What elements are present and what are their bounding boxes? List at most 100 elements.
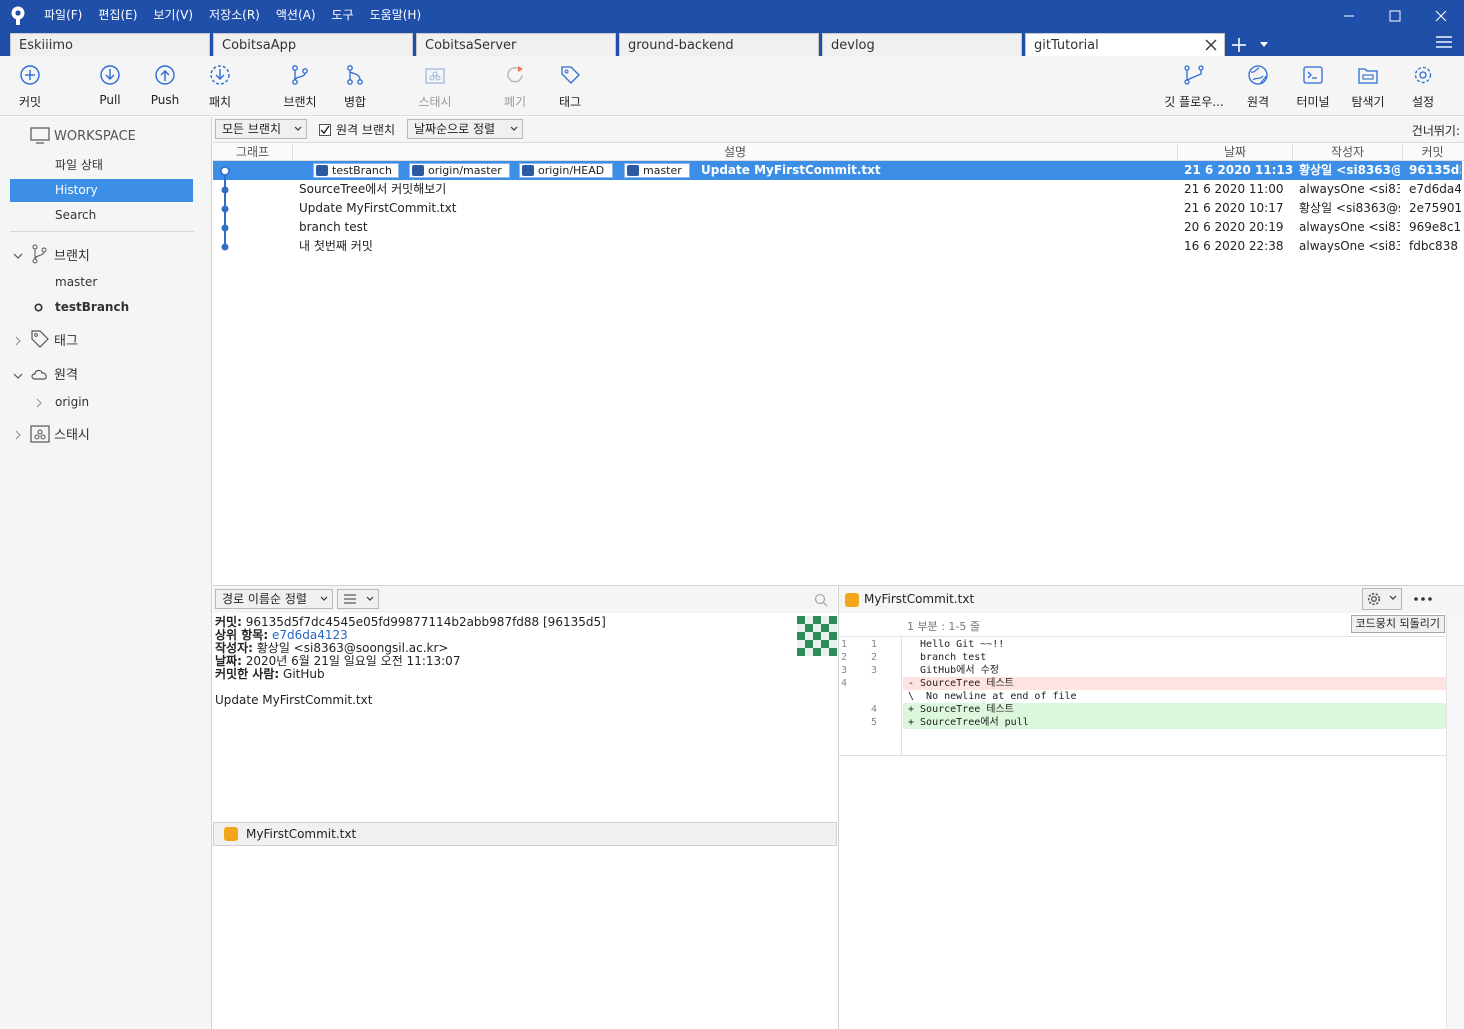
menu-view[interactable]: 보기(V) — [145, 0, 201, 31]
close-window-button[interactable] — [1418, 0, 1464, 31]
branch-badge-icon — [412, 165, 424, 176]
remote-branches-checkbox[interactable]: 원격 브랜치 — [319, 121, 395, 138]
chevron-down-icon[interactable] — [13, 251, 23, 261]
stash-button[interactable]: 스태시 — [405, 62, 465, 112]
hamburger-menu-icon[interactable] — [1436, 35, 1452, 49]
tab-eskiiimo[interactable]: Eskiiimo — [10, 33, 210, 56]
column-date[interactable]: 날짜 — [1178, 144, 1293, 161]
stashes-header[interactable]: 스태시 — [30, 424, 90, 443]
column-graph[interactable]: 그래프 — [213, 144, 293, 161]
diff-code: Hello Git ~~!! — [908, 639, 1005, 650]
explorer-button[interactable]: 탐색기 — [1338, 62, 1398, 112]
diff-scrollbar[interactable] — [1446, 613, 1464, 1029]
changed-file-name: MyFirstCommit.txt — [246, 827, 357, 841]
patch-icon — [207, 62, 233, 88]
file-sort-dropdown[interactable]: 경로 이름순 정렬 — [215, 589, 333, 609]
commit-author: 황상일 <si8363@s — [1299, 201, 1400, 215]
revert-hunk-button[interactable]: 코드뭉치 되돌리기 — [1350, 615, 1445, 633]
commit-button[interactable]: 커밋 — [0, 62, 60, 112]
branch-badge-testbranch: testBranch — [313, 163, 399, 178]
commit-row[interactable]: testBranch origin/master origin/HEAD mas… — [213, 161, 1462, 180]
sourcetree-logo-icon — [0, 0, 36, 31]
branch-badge-origin-master: origin/master — [409, 163, 510, 178]
menu-tools[interactable]: 도구 — [324, 0, 362, 31]
view-mode-dropdown[interactable] — [337, 589, 379, 609]
tag-button[interactable]: 태그 — [540, 62, 600, 112]
menu-repository[interactable]: 저장소(R) — [201, 0, 268, 31]
commit-date: 20 6 2020 20:19 — [1184, 220, 1284, 234]
commit-row[interactable]: SourceTree에서 커밋해보기 21 6 2020 11:00 alway… — [213, 180, 1462, 199]
chevron-down-icon — [366, 596, 374, 601]
minimize-button[interactable] — [1326, 0, 1372, 31]
settings-label: 설정 — [1411, 95, 1435, 109]
diff-line-added: 4 + SourceTree 테스트 — [839, 703, 1447, 716]
column-author[interactable]: 작성자 — [1293, 144, 1403, 161]
commit-row[interactable]: branch test 20 6 2020 20:19 alwaysOne <s… — [213, 218, 1462, 237]
push-button[interactable]: Push — [135, 62, 195, 112]
tab-cobitsaapp[interactable]: CobitsaApp — [213, 33, 413, 56]
tab-devlog[interactable]: devlog — [822, 33, 1022, 56]
sidebar-item-search[interactable]: Search — [10, 204, 193, 227]
tab-gittutorial[interactable]: gitTutorial — [1025, 33, 1225, 56]
current-branch-icon — [34, 303, 43, 312]
remotes-label: 원격 — [54, 368, 78, 383]
remotes-header[interactable]: 원격 — [30, 364, 78, 383]
sort-order-dropdown[interactable]: 날짜순으로 정렬 — [407, 119, 523, 139]
chevron-down-icon[interactable] — [13, 371, 23, 381]
chevron-right-icon[interactable] — [13, 430, 23, 440]
sidebar-item-branch-master[interactable]: master — [10, 271, 193, 294]
commit-row[interactable]: 내 첫번째 커밋 16 6 2020 22:38 alwaysOne <si83… — [213, 237, 1462, 256]
more-options-icon[interactable] — [1414, 597, 1432, 601]
tags-header[interactable]: 태그 — [30, 329, 78, 349]
parent-detail-label: 상위 항목: — [215, 628, 269, 642]
remote-button[interactable]: 원격 — [1228, 62, 1288, 112]
diff-options-dropdown[interactable] — [1362, 588, 1402, 610]
chevron-down-icon — [510, 126, 518, 131]
settings-button[interactable]: 설정 — [1393, 62, 1453, 112]
menu-actions[interactable]: 액션(A) — [268, 0, 324, 31]
sidebar-item-history[interactable]: History — [10, 179, 193, 202]
column-commit[interactable]: 커밋 — [1403, 144, 1462, 161]
sidebar-item-remote-origin[interactable]: origin — [10, 391, 193, 414]
graph-node — [221, 224, 229, 232]
pull-button[interactable]: Pull — [80, 62, 140, 112]
chevron-right-icon[interactable] — [13, 336, 23, 346]
terminal-button[interactable]: 터미널 — [1283, 62, 1343, 112]
menu-file[interactable]: 파일(F) — [36, 0, 90, 31]
new-tab-button[interactable] — [1225, 33, 1253, 56]
git-flow-button[interactable]: 깃 플로우... — [1164, 62, 1224, 112]
sidebar-item-file-status[interactable]: 파일 상태 — [10, 154, 193, 177]
diff-line: \ No newline at end of file — [839, 690, 1447, 703]
merge-button[interactable]: 병합 — [325, 62, 385, 112]
sidebar-item-branch-testbranch[interactable]: testBranch — [10, 296, 193, 319]
menu-edit[interactable]: 편집(E) — [90, 0, 145, 31]
diff-code: \ No newline at end of file — [908, 691, 1077, 702]
commit-row[interactable]: Update MyFirstCommit.txt 21 6 2020 10:17… — [213, 199, 1462, 218]
diff-hunk-header: 1 부분 : 1-5 줄 코드뭉치 되돌리기 — [839, 613, 1447, 637]
branch-icon — [287, 62, 313, 88]
search-icon[interactable] — [814, 593, 828, 607]
commit-description: branch test — [299, 220, 368, 234]
maximize-icon — [1389, 10, 1401, 21]
stashes-label: 스태시 — [54, 428, 90, 443]
parent-commit-link[interactable]: e7d6da4123 — [272, 628, 348, 642]
menu-help[interactable]: 도움말(H) — [362, 0, 430, 31]
tab-cobitsaserver[interactable]: CobitsaServer — [416, 33, 616, 56]
tab-list-button[interactable] — [1253, 33, 1275, 56]
discard-button[interactable]: 폐기 — [485, 62, 545, 112]
tab-close-icon[interactable] — [1204, 38, 1218, 52]
commit-label: 커밋 — [18, 95, 42, 109]
merge-icon — [342, 62, 368, 88]
terminal-label: 터미널 — [1296, 95, 1330, 109]
stash-icon — [422, 62, 448, 88]
tab-ground-backend[interactable]: ground-backend — [619, 33, 819, 56]
maximize-button[interactable] — [1372, 0, 1418, 31]
changed-file-row[interactable]: MyFirstCommit.txt — [213, 822, 837, 846]
stash-label: 스태시 — [418, 95, 452, 109]
branch-filter-dropdown[interactable]: 모든 브랜치 — [215, 119, 307, 139]
patch-button[interactable]: 패치 — [190, 62, 250, 112]
workspace-header: WORKSPACE — [30, 127, 136, 145]
branch-button[interactable]: 브랜치 — [270, 62, 330, 112]
column-description[interactable]: 설명 — [293, 144, 1178, 161]
branches-header[interactable]: 브랜치 — [30, 244, 90, 264]
